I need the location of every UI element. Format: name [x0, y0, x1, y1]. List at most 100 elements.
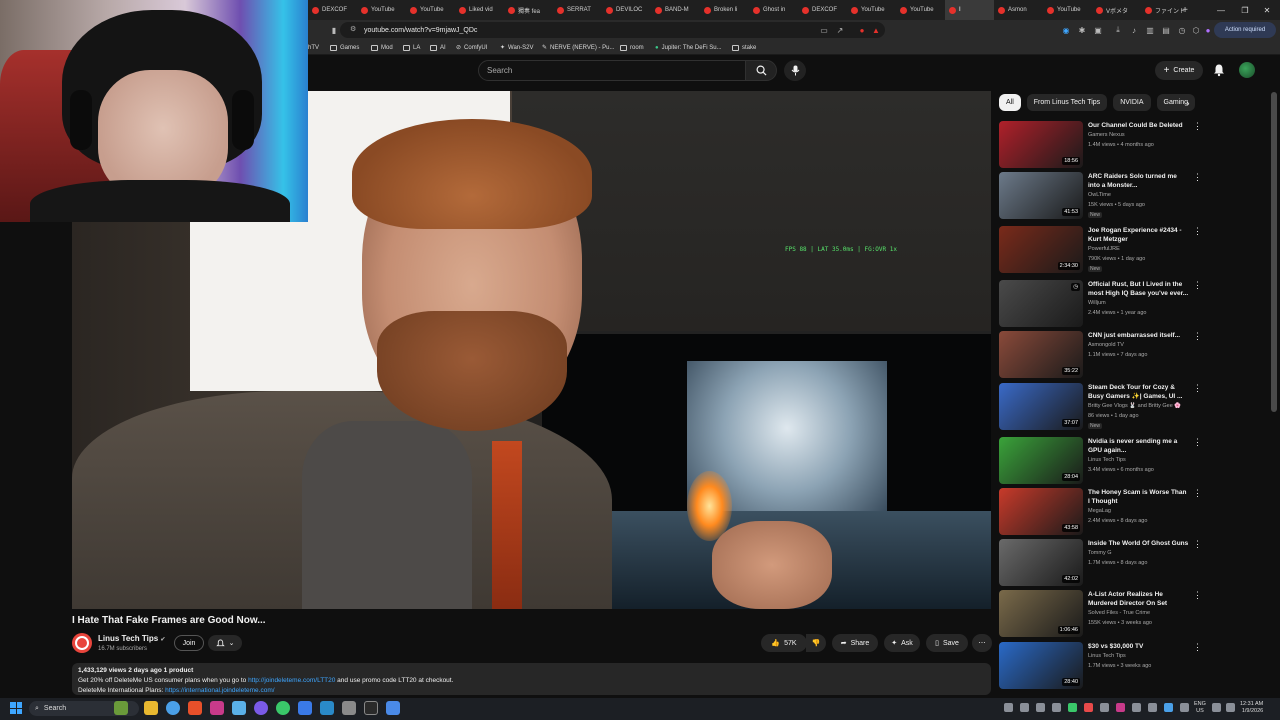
recommended-video[interactable]: 18:56 Our Channel Could Be Deleted Gamers … [999, 121, 1209, 171]
account-avatar[interactable] [1239, 62, 1255, 78]
recommended-channel[interactable]: Britty Gee Vlogs 🐰 and Britty Gee 🌸 [1088, 403, 1181, 409]
more-vert-icon[interactable]: ⋮ [1193, 642, 1202, 654]
tray-icon[interactable] [1020, 703, 1029, 712]
more-vert-icon[interactable]: ⋮ [1193, 280, 1202, 292]
video-thumbnail[interactable]: 41:53 [999, 172, 1083, 219]
browser-tab[interactable]: YouTube [357, 0, 406, 20]
clock[interactable]: 12:31 AM 1/9/2026 [1240, 701, 1263, 715]
tab-manager-icon[interactable]: ▤ [1160, 24, 1172, 36]
recommended-video[interactable]: ◷ Official Rust, But I Lived in the most … [999, 280, 1209, 330]
filter-chip[interactable]: All [999, 94, 1021, 111]
more-vert-icon[interactable]: ⋮ [1193, 383, 1202, 395]
bookmark-item[interactable]: ● Jupiter: The DeFi Su... [655, 42, 722, 53]
bookmark-folder[interactable]: room [620, 42, 644, 53]
bookmark-item[interactable]: ⊘ ComfyUI [456, 42, 487, 53]
video-thumbnail[interactable]: 35:22 [999, 331, 1083, 378]
recommended-video[interactable]: 28:40 $30 vs $30,000 TV Linus Tech Tips 1.7… [999, 642, 1209, 692]
tray-chevron-icon[interactable] [1004, 703, 1013, 712]
bookmark-folder[interactable]: LA [403, 42, 420, 53]
recommended-title[interactable]: Nvidia is never sending me a GPU again..… [1088, 437, 1190, 455]
notifications-bell-icon[interactable] [1212, 63, 1226, 77]
browser-tab[interactable]: Vボメタ [1092, 0, 1141, 20]
recommended-channel[interactable]: Gamers Nexus [1088, 132, 1125, 138]
recommended-title[interactable]: CNN just embarrassed itself... [1088, 331, 1190, 340]
brave-shield-icon[interactable]: ⬡ [1190, 24, 1202, 36]
brave-icon[interactable] [188, 701, 202, 715]
browser-tab[interactable]: YouTube [896, 0, 945, 20]
browser-tab[interactable]: Asmon [994, 0, 1043, 20]
puzzle-icon[interactable]: ✱ [1076, 24, 1088, 36]
save-button[interactable]: ▯ Save [926, 634, 968, 652]
chrome-icon[interactable] [166, 701, 180, 715]
bookmark-icon[interactable]: ▮ [328, 24, 340, 36]
weather-widget-icon[interactable] [114, 701, 128, 715]
site-info-icon[interactable]: ⚙ [350, 25, 356, 33]
language-indicator[interactable]: ENG US [1194, 701, 1206, 715]
video-thumbnail[interactable]: ◷ [999, 280, 1083, 327]
bookmark-item[interactable]: ✦ Wan-S2V [500, 42, 533, 53]
description-link[interactable]: http://joindeleteme.com/LTT20 [248, 677, 335, 684]
bookmark-folder[interactable]: Games [330, 42, 359, 53]
bookmark-folder[interactable]: Mod [371, 42, 393, 53]
video-thumbnail[interactable]: 37:07 [999, 383, 1083, 430]
discord-icon[interactable] [254, 701, 268, 715]
video-thumbnail[interactable]: 28:04 [999, 437, 1083, 484]
url-field[interactable]: ⚙ youtube.com/watch?v=9mjawJ_QDc [340, 22, 885, 38]
extension-icon[interactable]: ● [856, 24, 868, 36]
like-button[interactable]: 👍 57K [761, 634, 807, 652]
screenshot-icon[interactable]: ▭ [818, 24, 830, 36]
more-actions-button[interactable]: ⋯ [972, 634, 992, 652]
filter-chip[interactable]: From Linus Tech Tips [1026, 94, 1108, 111]
settings-gear-icon[interactable] [342, 701, 356, 715]
search-input[interactable]: Search [478, 60, 746, 81]
more-vert-icon[interactable]: ⋮ [1193, 539, 1202, 551]
tray-icon[interactable] [1084, 703, 1093, 712]
recommended-title[interactable]: Joe Rogan Experience #2434 - Kurt Metzge… [1088, 226, 1190, 244]
recommended-video[interactable]: 35:22 CNN just embarrassed itself... Asmon… [999, 331, 1209, 381]
file-explorer-icon[interactable] [144, 701, 158, 715]
more-vert-icon[interactable]: ⋮ [1193, 226, 1202, 238]
description-link[interactable]: https://international.joindeleteme.com/ [165, 687, 274, 694]
browser-tab[interactable]: Broken li [700, 0, 749, 20]
app-icon[interactable] [386, 701, 400, 715]
more-vert-icon[interactable]: ⋮ [1193, 437, 1202, 449]
more-vert-icon[interactable]: ⋮ [1193, 331, 1202, 343]
browser-tab[interactable]: Liked vid [455, 0, 504, 20]
recommended-title[interactable]: Our Channel Could Be Deleted [1088, 121, 1190, 130]
notification-settings-button[interactable]: ⌄ [208, 635, 242, 651]
shield-icon[interactable]: ▲ [870, 24, 882, 36]
scrollbar[interactable] [1271, 92, 1277, 412]
more-vert-icon[interactable]: ⋮ [1193, 172, 1202, 184]
recommended-channel[interactable]: Asmongold TV [1088, 342, 1124, 348]
video-thumbnail[interactable]: 28:40 [999, 642, 1083, 689]
channel-avatar[interactable] [72, 633, 92, 653]
description-box[interactable]: 1,433,129 views 2 days ago 1 product Get… [72, 663, 991, 695]
windows-start-icon[interactable] [10, 702, 22, 714]
tray-icon[interactable] [1036, 703, 1045, 712]
tray-icon[interactable] [1068, 703, 1077, 712]
recommended-video[interactable]: 41:53 ARC Raiders Solo turned me into a M… [999, 172, 1209, 222]
recommended-title[interactable]: Inside The World Of Ghost Guns [1088, 539, 1190, 548]
recommended-channel[interactable]: Solved Files - True Crime [1088, 610, 1150, 616]
app-icon[interactable] [320, 701, 334, 715]
browser-tab[interactable]: 獨奏 fea [504, 0, 553, 20]
tray-icon[interactable] [1132, 703, 1141, 712]
recommended-channel[interactable]: Willjum [1088, 300, 1106, 306]
ask-button[interactable]: ✦ Ask [884, 634, 920, 652]
recommended-video[interactable]: 1:06:46 A-List Actor Realizes He Murdered… [999, 590, 1209, 640]
video-thumbnail[interactable]: 43:58 [999, 488, 1083, 535]
recommended-channel[interactable]: Tommy G [1088, 550, 1112, 556]
recommended-video[interactable]: 43:58 The Honey Scam is Worse Than I Thou… [999, 488, 1209, 538]
tray-icon[interactable] [1164, 703, 1173, 712]
minimize-icon[interactable]: — [1210, 0, 1232, 20]
wallet-icon[interactable]: ▣ [1092, 24, 1104, 36]
action-required-button[interactable]: Action required [1214, 22, 1276, 38]
more-vert-icon[interactable]: ⋮ [1193, 488, 1202, 500]
history-icon[interactable]: ◷ [1176, 24, 1188, 36]
browser-tab[interactable]: DEVILOC [602, 0, 651, 20]
tray-icon[interactable] [1180, 703, 1189, 712]
chevron-right-icon[interactable]: › [1180, 94, 1196, 111]
more-vert-icon[interactable]: ⋮ [1193, 590, 1202, 602]
app-icon[interactable] [232, 701, 246, 715]
tray-icon[interactable] [1052, 703, 1061, 712]
